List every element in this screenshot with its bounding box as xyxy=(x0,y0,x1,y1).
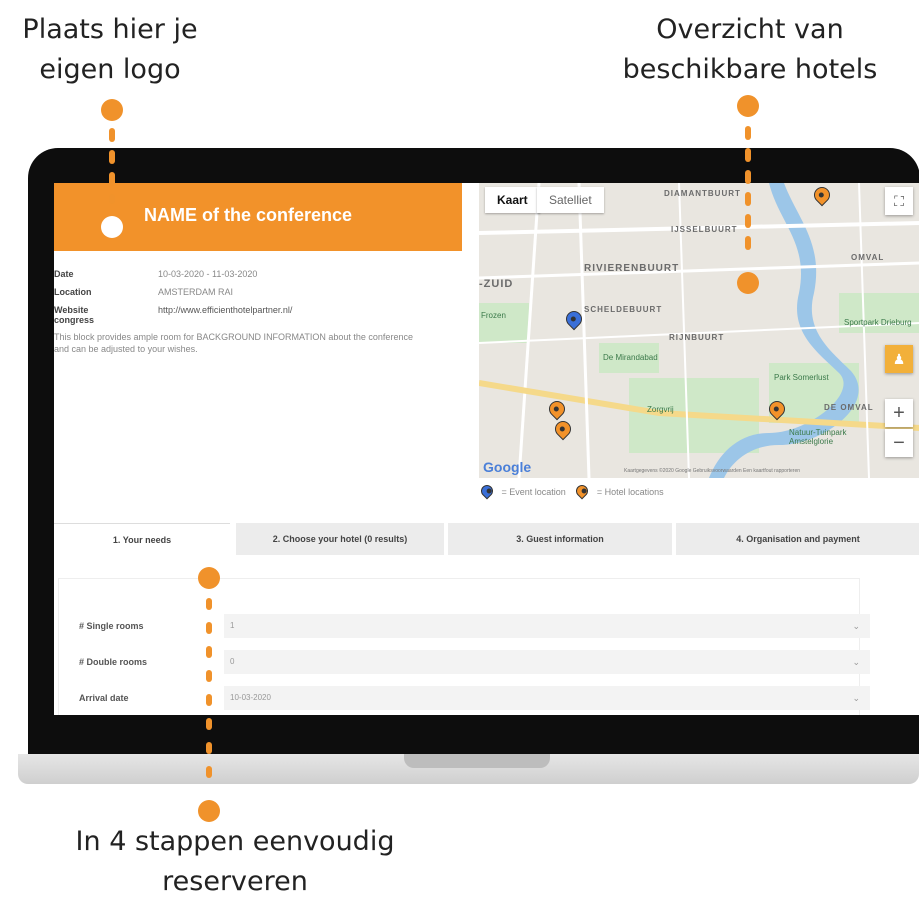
callout-hotels-line2: beschikbare hotels xyxy=(622,54,878,85)
map-tab-satelliet[interactable]: Satelliet xyxy=(537,187,604,213)
callout-dash xyxy=(206,766,212,778)
map-label: IJSSELBUURT xyxy=(671,225,738,234)
info-value: AMSTERDAM RAI xyxy=(158,287,234,297)
map-park-label: Natuur-Tuinpark Amstelglorie xyxy=(789,428,847,446)
hotel-pin-icon xyxy=(573,482,591,500)
map-tab-kaart[interactable]: Kaart xyxy=(485,187,540,213)
arrival-date-select[interactable]: 10-03-2020 ⌄ xyxy=(224,686,870,710)
single-rooms-value: 1 xyxy=(230,621,235,630)
needs-form: # Single rooms 1 ⌄ # Double rooms 0 ⌄ Ar… xyxy=(58,578,870,715)
chevron-down-icon: ⌄ xyxy=(852,657,860,667)
hotel-map[interactable]: Kaart Satelliet DIAMANTBUURT IJSSELBUURT… xyxy=(479,183,919,478)
callout-dash xyxy=(745,126,751,140)
tab-guest-information[interactable]: 3. Guest information xyxy=(448,523,672,555)
double-rooms-label: # Double rooms xyxy=(79,657,148,667)
callout-hotels-line1: Overzicht van xyxy=(656,14,844,45)
zoom-in-button[interactable]: + xyxy=(885,399,913,427)
google-logo: Google xyxy=(483,459,532,475)
info-value: 10-03-2020 - 11-03-2020 xyxy=(158,269,258,279)
callout-dash xyxy=(109,172,115,186)
chevron-down-icon: ⌄ xyxy=(852,693,860,703)
callout-logo-line1: Plaats hier je xyxy=(22,14,198,45)
info-label: Location xyxy=(54,287,92,297)
map-label: RIJNBUURT xyxy=(669,333,725,342)
tab-choose-hotel[interactable]: 2. Choose your hotel (0 results) xyxy=(236,523,444,555)
legend-event-label: = Event location xyxy=(501,487,566,497)
map-park-label: Zorgvrij xyxy=(647,405,674,414)
callout-dash xyxy=(206,646,212,658)
callout-steps: In 4 stappen eenvoudig reserveren xyxy=(40,822,430,902)
laptop-notch xyxy=(404,754,550,768)
map-legend: = Event location = Hotel locations xyxy=(478,482,664,500)
single-rooms-label: # Single rooms xyxy=(79,621,144,631)
conference-title: NAME of the conference xyxy=(144,205,353,225)
double-rooms-select[interactable]: 0 ⌄ xyxy=(224,650,870,674)
map-label: SCHELDEBUURT xyxy=(584,305,663,314)
callout-dash xyxy=(109,194,115,204)
website-link[interactable]: http://www.efficienthotelpartner.nl/ xyxy=(158,305,292,315)
map-park-label: De Mirandabad xyxy=(603,353,658,362)
callout-steps-line2: reserveren xyxy=(162,866,308,897)
arrival-date-value: 10-03-2020 xyxy=(230,693,271,702)
map-label: DE OMVAL xyxy=(824,403,874,412)
callout-dot xyxy=(737,272,759,294)
legend-hotel-label: = Hotel locations xyxy=(596,487,664,497)
callout-dot xyxy=(198,567,220,589)
callout-dash xyxy=(745,236,751,250)
map-label: DIAMANTBUURT xyxy=(664,189,741,198)
info-label: Date xyxy=(54,269,74,279)
single-rooms-select[interactable]: 1 ⌄ xyxy=(224,614,870,638)
map-label: RIVIERENBUURT xyxy=(584,263,680,274)
callout-dot xyxy=(101,216,123,238)
callout-dash xyxy=(206,718,212,730)
info-label: Website congress xyxy=(54,305,95,325)
callout-dash xyxy=(745,148,751,162)
callout-dash xyxy=(109,128,115,142)
map-park-label: Frozen xyxy=(481,311,506,320)
callout-dash xyxy=(745,214,751,228)
callout-hotels: Overzicht van beschikbare hotels xyxy=(600,10,900,90)
fullscreen-icon[interactable]: ⛶ xyxy=(885,187,913,215)
map-park-label: Park Somerlust xyxy=(774,373,829,382)
callout-dash xyxy=(206,670,212,682)
callout-dash xyxy=(745,170,751,184)
map-label: -ZUID xyxy=(479,278,514,290)
map-park-label: Sportpark Drieburg xyxy=(844,318,912,327)
callout-logo-line2: eigen logo xyxy=(39,54,181,85)
zoom-out-button[interactable]: − xyxy=(885,429,913,457)
callout-dash xyxy=(109,150,115,164)
callout-dot xyxy=(737,95,759,117)
tab-organisation-payment[interactable]: 4. Organisation and payment xyxy=(676,523,919,555)
callout-dash xyxy=(745,192,751,206)
arrival-date-label: Arrival date xyxy=(79,693,129,703)
callout-dash xyxy=(206,694,212,706)
callout-dot xyxy=(101,99,123,121)
callout-dot xyxy=(198,800,220,822)
callout-steps-line1: In 4 stappen eenvoudig xyxy=(75,826,395,857)
callout-dash xyxy=(206,598,212,610)
callout-dash xyxy=(206,622,212,634)
tab-your-needs[interactable]: 1. Your needs xyxy=(54,523,230,556)
map-attribution[interactable]: Kaartgegevens ©2020 Google Gebruiksvoorw… xyxy=(624,468,800,474)
callout-dash xyxy=(206,742,212,754)
chevron-down-icon: ⌄ xyxy=(852,621,860,631)
callout-logo: Plaats hier je eigen logo xyxy=(0,10,220,90)
double-rooms-value: 0 xyxy=(230,657,235,666)
laptop-screen: NAME of the conference Date 10-03-2020 -… xyxy=(54,183,919,715)
pegman-icon[interactable]: ♟ xyxy=(885,345,913,373)
event-pin-icon xyxy=(478,482,496,500)
map-label: OMVAL xyxy=(851,253,885,262)
conference-description: This block provides ample room for BACKG… xyxy=(54,332,413,354)
